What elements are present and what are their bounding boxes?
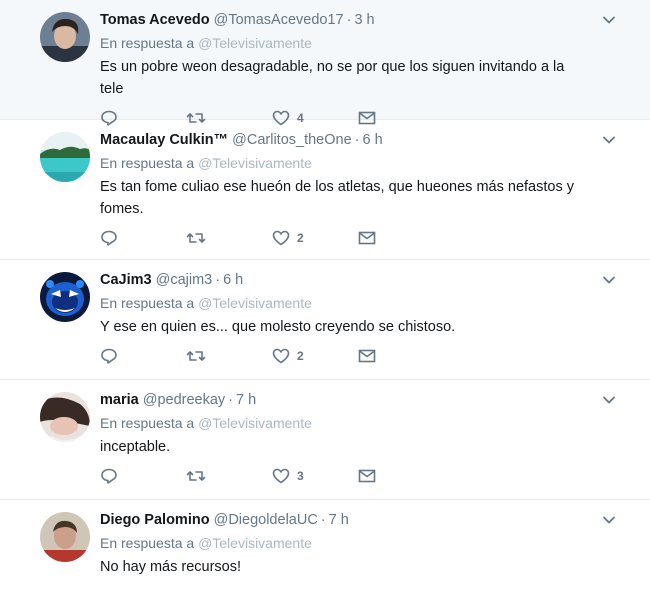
- retweet-button[interactable]: [186, 229, 272, 247]
- separator: ·: [320, 512, 326, 528]
- tweet[interactable]: Diego Palomino @DiegoldelaUC · 7 h En resp…: [0, 500, 650, 590]
- tweet-text: Es un pobre weon desagradable, no se por…: [100, 59, 565, 97]
- tweet-header: Tomas Acevedo @TomasAcevedo17 · 3 h: [100, 10, 636, 30]
- tweet-header: maria @pedreekay · 7 h: [100, 390, 636, 410]
- tweet-actions: 3: [100, 466, 636, 486]
- chevron-down-icon[interactable]: [602, 393, 616, 407]
- timestamp[interactable]: 7 h: [236, 392, 256, 408]
- timestamp[interactable]: 3 h: [354, 12, 374, 28]
- tweet[interactable]: Tomas Acevedo @TomasAcevedo17 · 3 h En res…: [0, 0, 650, 126]
- like-button[interactable]: 2: [272, 347, 358, 365]
- retweet-button[interactable]: [186, 347, 272, 365]
- like-button[interactable]: 3: [272, 467, 358, 485]
- reply-prefix: En respuesta a: [100, 295, 195, 311]
- chevron-down-icon[interactable]: [602, 513, 616, 527]
- tweet-header: Diego Palomino @DiegoldelaUC · 7 h: [100, 510, 636, 530]
- direct-message-button[interactable]: [358, 347, 444, 365]
- display-name[interactable]: Diego Palomino: [100, 512, 210, 528]
- display-name[interactable]: Tomas Acevedo: [100, 12, 210, 28]
- username[interactable]: @cajim3: [156, 272, 213, 288]
- reply-context: En respuesta a @Televisivamente: [100, 534, 636, 552]
- reply-mention[interactable]: @Televisivamente: [198, 35, 312, 51]
- chevron-down-icon[interactable]: [602, 13, 616, 27]
- tweet-text: No hay más recursos!: [100, 559, 242, 575]
- envelope-icon: [358, 469, 376, 483]
- tweet[interactable]: maria @pedreekay · 7 h En respuesta a @Tel…: [0, 380, 650, 500]
- reply-prefix: En respuesta a: [100, 535, 195, 551]
- avatar[interactable]: [40, 12, 90, 62]
- reply-button[interactable]: [100, 467, 186, 485]
- heart-icon: [272, 468, 290, 484]
- reply-icon: [101, 230, 117, 246]
- reply-context: En respuesta a @Televisivamente: [100, 294, 636, 312]
- chevron-down-icon[interactable]: [602, 133, 616, 147]
- retweet-icon: [186, 471, 206, 481]
- tweet[interactable]: Macaulay Culkin™ @Carlitos_theOne · 6 h En…: [0, 120, 650, 260]
- tweet-actions: 2: [100, 228, 636, 248]
- reply-context: En respuesta a @Televisivamente: [100, 154, 636, 172]
- chevron-down-icon[interactable]: [602, 273, 616, 287]
- username[interactable]: @pedreekay: [143, 392, 225, 408]
- reply-mention[interactable]: @Televisivamente: [198, 155, 312, 171]
- avatar[interactable]: [40, 512, 90, 562]
- tweet-text: Y ese en quien es... que molesto creyend…: [100, 319, 456, 335]
- reply-mention[interactable]: @Televisivamente: [198, 535, 312, 551]
- reply-icon: [101, 468, 117, 484]
- envelope-icon: [358, 231, 376, 245]
- username[interactable]: @DiegoldelaUC: [214, 512, 318, 528]
- reply-icon: [101, 348, 117, 364]
- separator: ·: [228, 392, 234, 408]
- direct-message-button[interactable]: [358, 229, 444, 247]
- display-name[interactable]: CaJim3: [100, 272, 152, 288]
- retweet-icon: [186, 233, 206, 243]
- tweet-actions: 2: [100, 346, 636, 366]
- reply-mention[interactable]: @Televisivamente: [198, 415, 312, 431]
- like-count: 2: [297, 231, 304, 245]
- reply-prefix: En respuesta a: [100, 415, 195, 431]
- separator: ·: [354, 132, 360, 148]
- username[interactable]: @Carlitos_theOne: [232, 132, 352, 148]
- like-count: 2: [297, 349, 304, 363]
- retweet-icon: [186, 351, 206, 361]
- avatar[interactable]: [40, 132, 90, 182]
- separator: ·: [346, 12, 352, 28]
- avatar[interactable]: [40, 272, 90, 322]
- retweet-button[interactable]: [186, 467, 272, 485]
- tweet[interactable]: CaJim3 @cajim3 · 6 h En respuesta a @Telev…: [0, 260, 650, 380]
- tweet-text: Es tan fome culiao ese hueón de los atle…: [100, 179, 574, 217]
- like-button[interactable]: 2: [272, 229, 358, 247]
- direct-message-button[interactable]: [358, 467, 444, 485]
- tweet-header: CaJim3 @cajim3 · 6 h: [100, 270, 636, 290]
- username[interactable]: @TomasAcevedo17: [214, 12, 344, 28]
- separator: ·: [215, 272, 221, 288]
- reply-feed: Tomas Acevedo @TomasAcevedo17 · 3 h En res…: [0, 0, 650, 590]
- tweet-header: Macaulay Culkin™ @Carlitos_theOne · 6 h: [100, 130, 636, 150]
- like-count: 3: [297, 469, 304, 483]
- display-name[interactable]: maria: [100, 392, 139, 408]
- timestamp[interactable]: 6 h: [363, 132, 383, 148]
- reply-context: En respuesta a @Televisivamente: [100, 414, 636, 432]
- reply-context: En respuesta a @Televisivamente: [100, 34, 636, 52]
- display-name[interactable]: Macaulay Culkin™: [100, 132, 228, 148]
- reply-mention[interactable]: @Televisivamente: [198, 295, 312, 311]
- avatar[interactable]: [40, 392, 90, 442]
- reply-prefix: En respuesta a: [100, 155, 195, 171]
- reply-button[interactable]: [100, 347, 186, 365]
- tweet-text: inceptable.: [100, 439, 171, 455]
- reply-prefix: En respuesta a: [100, 35, 195, 51]
- heart-icon: [272, 348, 290, 364]
- timestamp[interactable]: 6 h: [223, 272, 243, 288]
- heart-icon: [272, 230, 290, 246]
- timestamp[interactable]: 7 h: [329, 512, 349, 528]
- reply-button[interactable]: [100, 229, 186, 247]
- envelope-icon: [358, 349, 376, 363]
